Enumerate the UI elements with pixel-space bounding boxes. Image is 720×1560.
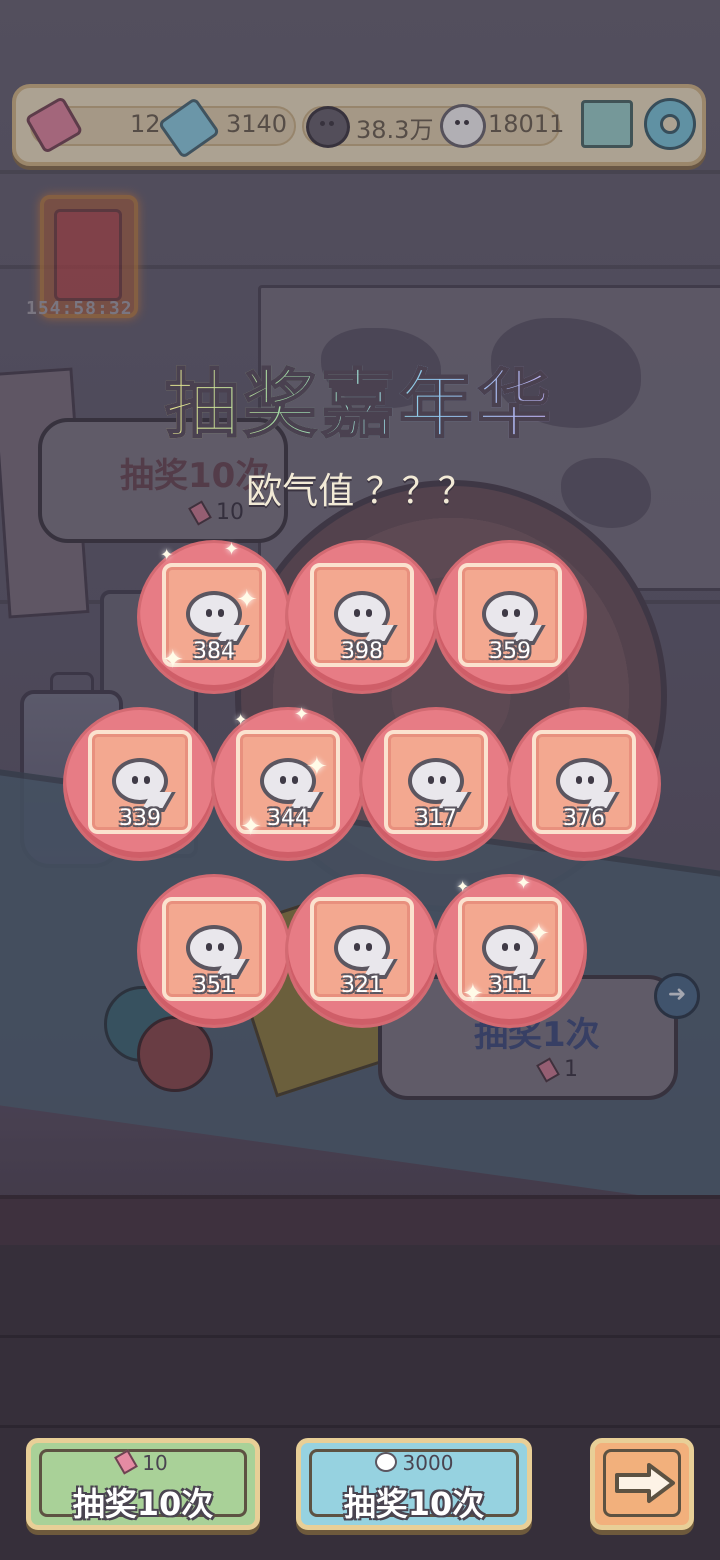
sparkle-icon: ✦ (236, 585, 258, 615)
sparkle-icon: ✦ (528, 919, 550, 949)
ghost-icon (374, 1452, 397, 1472)
ghost-icon (556, 758, 612, 804)
luck-value: 欧气值 ？？？ (246, 471, 474, 512)
draw-ten-ticket-cost: 10 (142, 1451, 168, 1475)
prize-item[interactable]: 384 ✦ ✦ ✦ ✦ (140, 539, 288, 691)
page-title: 抽奖嘉年华 (0, 345, 720, 452)
prize-item[interactable]: 376 (510, 710, 658, 858)
sparkle-icon: ✦ (160, 545, 174, 564)
ghost-icon (408, 758, 464, 804)
ghost-icon (334, 591, 390, 637)
draw-ten-ticket-label: 抽奖10次 (72, 1485, 214, 1523)
prize-item[interactable]: 317 (362, 710, 510, 858)
prize-item[interactable]: 398 (288, 543, 436, 691)
prize-count: 321 (341, 973, 383, 998)
ticket-icon (114, 1449, 139, 1475)
draw-ten-bubble-button[interactable]: 3000 抽奖10次 (296, 1438, 532, 1530)
ghost-icon (186, 591, 242, 637)
prize-count: 376 (563, 806, 605, 831)
prize-count: 317 (415, 806, 457, 831)
sparkle-icon: ✦ (306, 752, 328, 782)
sparkle-icon: ✦ (240, 812, 262, 842)
draw-ten-bubble-label: 抽奖10次 (343, 1485, 485, 1523)
prize-count: 359 (489, 639, 531, 664)
next-button[interactable] (590, 1438, 694, 1530)
prize-item[interactable]: 351 (140, 877, 288, 1025)
prize-count: 344 (267, 806, 309, 831)
prize-count: 339 (119, 806, 161, 831)
sparkle-icon: ✦ (462, 979, 484, 1009)
ghost-icon (112, 758, 168, 804)
prize-item[interactable]: 344 ✦ ✦ ✦ ✦ (214, 706, 362, 858)
arrow-right-icon (615, 1463, 675, 1503)
sparkle-icon: ✦ (456, 877, 470, 896)
prize-item[interactable]: 321 (288, 877, 436, 1025)
sparkle-icon: ✦ (516, 873, 532, 894)
prize-item[interactable]: 359 (436, 543, 584, 691)
sparkle-icon: ✦ (234, 710, 248, 729)
prize-item[interactable]: 339 (66, 710, 214, 858)
sparkle-icon: ✦ (224, 539, 240, 560)
sparkle-icon: ✦ (162, 645, 184, 675)
prize-item[interactable]: 311 ✦ ✦ ✦ ✦ (436, 873, 584, 1025)
ghost-icon (186, 925, 242, 971)
prize-count: 398 (341, 639, 383, 664)
sparkle-icon: ✦ (294, 704, 310, 725)
prize-count: 351 (193, 973, 235, 998)
draw-ten-ticket-button[interactable]: 10 抽奖10次 (26, 1438, 260, 1530)
draw-ten-bubble-cost: 3000 (402, 1451, 454, 1475)
ghost-icon (482, 591, 538, 637)
ghost-icon (334, 925, 390, 971)
prize-count: 311 (489, 973, 531, 998)
